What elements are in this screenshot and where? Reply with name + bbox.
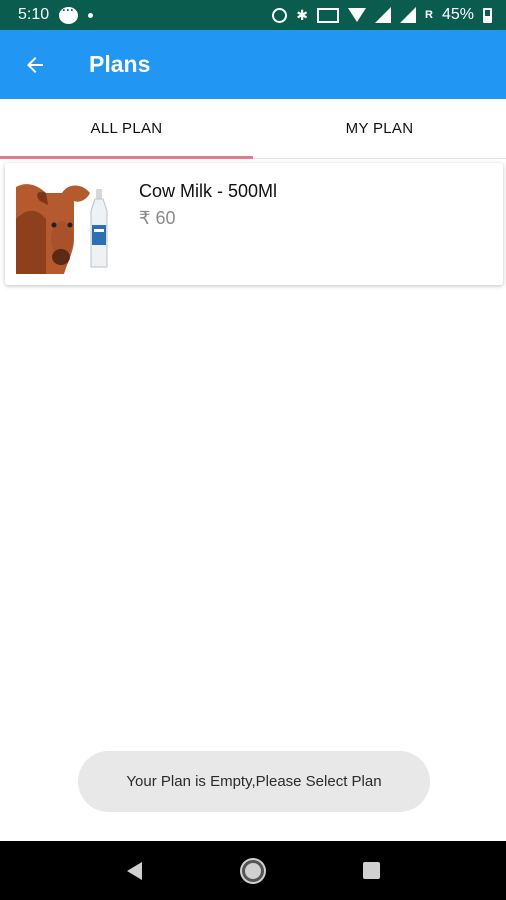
tab-my-plan[interactable]: MY PLAN [253, 99, 506, 158]
back-button[interactable] [0, 30, 70, 99]
back-triangle-icon [126, 861, 142, 880]
status-time: 5:10 [18, 6, 50, 23]
tab-my-plan-label: MY PLAN [345, 120, 414, 137]
cow-and-milk-bottle-image [16, 179, 108, 274]
roaming-indicator: R [425, 9, 433, 21]
system-nav-bar [0, 841, 506, 900]
recents-square-icon [363, 862, 381, 879]
plan-card[interactable]: Cow Milk - 500Ml ₹ 60 [5, 163, 503, 285]
alarm-icon [272, 7, 288, 23]
battery-percent: 45% [441, 6, 474, 23]
nav-recents-button[interactable] [352, 851, 392, 891]
plan-name: Cow Milk - 500Ml [139, 181, 278, 201]
bluetooth-icon: ✱ [296, 6, 309, 23]
nav-back-button[interactable] [114, 851, 154, 891]
status-bar: 5:10 ✱ R 45% [0, 0, 506, 30]
volte-icon [317, 7, 340, 23]
plan-list: Cow Milk - 500Ml ₹ 60 [0, 159, 506, 841]
tab-all-plan[interactable]: ALL PLAN [0, 99, 253, 159]
tab-all-plan-label: ALL PLAN [90, 120, 163, 137]
nav-home-button[interactable] [233, 851, 273, 891]
toast-message: Your Plan is Empty,Please Select Plan [126, 773, 382, 790]
battery-icon [483, 7, 492, 23]
signal-roaming-icon [400, 7, 417, 23]
empty-plan-toast: Your Plan is Empty,Please Select Plan [78, 751, 430, 812]
page-title: Plans [89, 51, 151, 77]
signal-icon [375, 7, 392, 23]
tab-bar: ALL PLAN MY PLAN [0, 99, 506, 159]
plan-price: ₹ 60 [139, 208, 176, 228]
wifi-icon [348, 8, 367, 22]
app-bar: Plans [0, 30, 506, 99]
notification-dot-icon [88, 12, 94, 18]
arrow-left-icon [27, 56, 43, 73]
home-circle-icon [241, 859, 264, 882]
message-icon [59, 3, 79, 24]
